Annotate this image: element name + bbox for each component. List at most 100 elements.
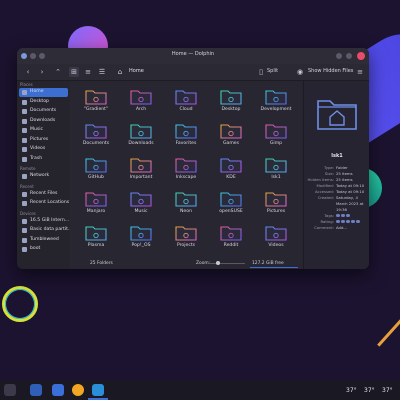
zoom-slider[interactable] xyxy=(209,263,245,264)
info-value: Today at 09:10 xyxy=(336,189,365,194)
folder-icon xyxy=(22,201,27,206)
star-icon[interactable] xyxy=(346,219,350,223)
status-bar: 25 Folders Zoom: 127.2 GiB free xyxy=(70,259,302,269)
folder-icon xyxy=(265,192,287,207)
sidebar-item-label: Trash xyxy=(30,155,43,161)
folder-icon xyxy=(220,90,242,105)
folder-item[interactable]: "Gradient" xyxy=(74,86,118,120)
folder-name: Downloads xyxy=(128,141,154,146)
folder-icon xyxy=(22,174,27,179)
folder-item[interactable]: Neon xyxy=(164,188,208,222)
sidebar-item-16-5-gib-intern-[interactable]: 16.5 GiB Intern... xyxy=(19,217,69,226)
forward-button[interactable]: › xyxy=(37,67,47,77)
weather-temp: 37° xyxy=(382,387,393,394)
folder-item[interactable]: openSUSE xyxy=(209,188,253,222)
info-key: Modified: xyxy=(316,183,334,188)
tag-icon[interactable] xyxy=(346,213,350,217)
folder-item[interactable]: Pictures xyxy=(254,188,298,222)
folder-item[interactable]: Manjaro xyxy=(74,188,118,222)
star-icon[interactable] xyxy=(351,219,355,223)
sidebar-item-pictures[interactable]: Pictures xyxy=(19,136,68,145)
folder-item[interactable]: Gimp xyxy=(254,120,298,154)
folder-item[interactable]: Documents xyxy=(74,120,118,154)
sidebar-item-videos[interactable]: Videos xyxy=(19,145,68,154)
sidebar-item-tumbleweed[interactable]: Tumbleweed xyxy=(19,236,68,245)
folder-item[interactable]: Downloads xyxy=(119,120,163,154)
split-button[interactable]: Split xyxy=(267,68,278,74)
window-title: Home — Dolphin xyxy=(171,51,215,57)
sidebar-item-label: boot xyxy=(30,246,41,251)
folder-item[interactable]: Inkscape xyxy=(164,154,208,188)
folder-item[interactable]: Projects xyxy=(164,222,208,256)
folder-item[interactable]: Pop!_OS xyxy=(119,222,163,256)
dolphin-icon[interactable] xyxy=(92,384,104,396)
sidebar-item-documents[interactable]: Documents xyxy=(19,107,68,116)
info-value[interactable]: Add... xyxy=(336,225,347,230)
sidebar-item-recent-files[interactable]: Recent Files xyxy=(19,190,68,199)
sidebar-item-boot[interactable]: boot xyxy=(19,245,68,254)
sidebar-item-label: Desktop xyxy=(30,98,49,104)
folder-item[interactable]: Important xyxy=(119,154,163,188)
firefox-icon[interactable] xyxy=(72,384,84,396)
close-icon[interactable] xyxy=(357,52,365,60)
taskbar: 37° 37° 37° xyxy=(0,380,400,400)
sidebar-item-music[interactable]: Music xyxy=(19,126,68,135)
folder-name: Favorites xyxy=(175,141,197,146)
folder-icon xyxy=(85,192,107,207)
folder-item[interactable]: Desktop xyxy=(209,86,253,120)
folder-item[interactable]: Development xyxy=(254,86,298,120)
back-button[interactable]: ‹ xyxy=(23,67,33,77)
sidebar-item-trash[interactable]: Trash xyxy=(19,155,68,164)
up-button[interactable]: ⌃ xyxy=(53,67,63,77)
folder-name: Games xyxy=(222,141,240,146)
gear-icon[interactable] xyxy=(52,384,64,396)
sidebar-item-desktop[interactable]: Desktop xyxy=(19,98,68,107)
folder-item[interactable]: Plasma xyxy=(74,222,118,256)
folder-item[interactable]: lsk1 xyxy=(254,154,298,188)
folder-icon xyxy=(85,124,107,139)
tag-icon[interactable] xyxy=(336,213,340,217)
sidebar-item-home[interactable]: Home xyxy=(19,88,68,97)
sidebar-item-basic-data-partit-[interactable]: Basic data partit... xyxy=(19,226,72,235)
app-launcher-icon[interactable] xyxy=(4,384,16,396)
folder-icon xyxy=(265,124,287,139)
folder-item[interactable]: GitHub xyxy=(74,154,118,188)
folder-icon xyxy=(265,158,287,173)
icons-view-button[interactable]: ⊞ xyxy=(69,67,79,77)
star-icon[interactable] xyxy=(341,219,345,223)
show-hidden-files-button[interactable]: Show Hidden Files xyxy=(308,68,353,74)
zoom-slider-handle[interactable] xyxy=(216,261,220,265)
tag-icon[interactable] xyxy=(341,213,345,217)
folder-item[interactable]: Cloud xyxy=(164,86,208,120)
breadcrumb[interactable]: Home xyxy=(129,68,144,74)
info-value: Folder xyxy=(336,165,348,170)
details-view-button[interactable]: ☰ xyxy=(97,67,107,77)
folder-item[interactable]: Reddit xyxy=(209,222,253,256)
folder-icon xyxy=(22,90,27,95)
help-icon[interactable] xyxy=(336,53,342,59)
folder-item[interactable]: Games xyxy=(209,120,253,154)
folder-item[interactable]: Music xyxy=(119,188,163,222)
folder-icon xyxy=(22,237,27,243)
folder-icon xyxy=(22,137,27,143)
star-icon[interactable] xyxy=(356,219,360,223)
split-icon[interactable]: ▯ xyxy=(257,67,265,77)
folder-item[interactable]: Favorites xyxy=(164,120,208,154)
settings-icon[interactable] xyxy=(30,384,42,396)
folder-item[interactable]: Arch xyxy=(119,86,163,120)
folder-icon xyxy=(22,109,27,114)
folder-icon xyxy=(130,226,152,241)
eye-icon[interactable]: ◉ xyxy=(295,67,305,77)
folder-item[interactable]: Videos xyxy=(254,222,298,256)
folder-icon xyxy=(130,158,152,173)
sidebar-item-recent-locations[interactable]: Recent Locations xyxy=(19,199,69,208)
sidebar-item-network[interactable]: Network xyxy=(19,172,68,181)
hamburger-menu-icon[interactable]: ≡ xyxy=(355,67,365,77)
home-icon[interactable]: ⌂ xyxy=(115,67,125,77)
star-icon[interactable] xyxy=(336,219,340,223)
sidebar-item-downloads[interactable]: Downloads xyxy=(19,117,68,126)
minimize-icon[interactable] xyxy=(346,53,352,59)
folder-name: Inkscape xyxy=(175,175,197,180)
folder-item[interactable]: KDE xyxy=(209,154,253,188)
compact-view-button[interactable]: ≡ xyxy=(83,67,93,77)
